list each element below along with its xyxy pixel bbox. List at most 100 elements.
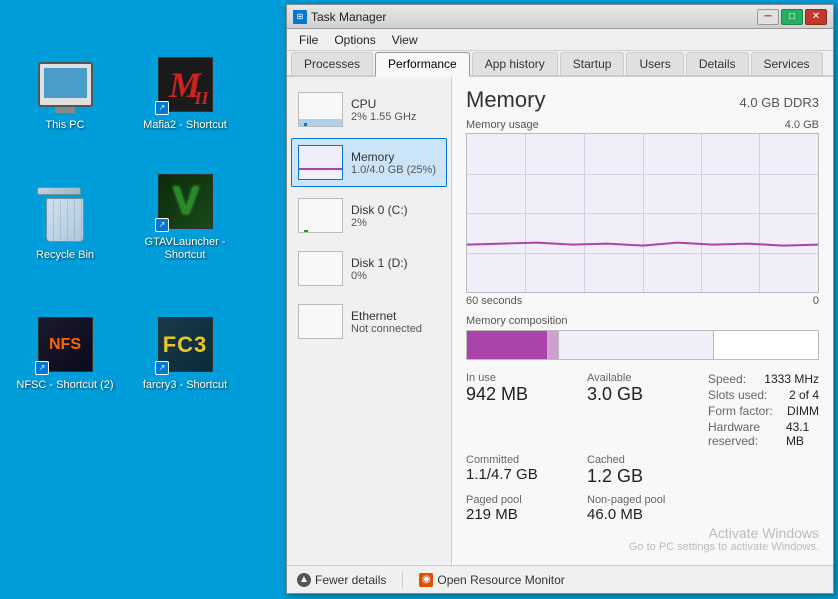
- shortcut-arrow-gtav: ↗: [155, 218, 169, 232]
- sidebar-item-cpu[interactable]: CPU 2% 1.55 GHz: [291, 85, 447, 134]
- gtav-label: GTAVLauncher - Shortcut: [130, 236, 240, 262]
- comp-standby: [559, 331, 712, 359]
- tab-processes[interactable]: Processes: [291, 52, 373, 75]
- separator: [402, 572, 403, 588]
- chart-top-label: Memory usage: [466, 119, 539, 131]
- chart-top-value: 4.0 GB: [785, 119, 819, 131]
- menu-file[interactable]: File: [291, 31, 326, 49]
- resource-monitor-icon: ◉: [419, 573, 433, 587]
- stat-non-paged: Non-paged pool 46.0 MB: [587, 494, 698, 524]
- desktop: This PC M II ↗ Mafia2 - Shortcut: [0, 0, 838, 599]
- available-label: Available: [587, 372, 698, 384]
- right-panel: Memory 4.0 GB DDR3 Memory usage 4.0 GB: [452, 77, 833, 565]
- maximize-button[interactable]: □: [781, 9, 803, 25]
- chart-time-right: 0: [813, 295, 819, 307]
- desktop-icon-gtav[interactable]: V ↗ GTAVLauncher - Shortcut: [130, 140, 240, 270]
- window-titlebar: ⊞ Task Manager ─ □ ✕: [287, 5, 833, 29]
- shortcut-arrow-fc3: ↗: [155, 361, 169, 375]
- cached-label: Cached: [587, 454, 698, 466]
- desktop-icon-fc3[interactable]: FC3 ↗ farcry3 - Shortcut: [130, 270, 240, 400]
- fewer-details-label: Fewer details: [315, 573, 386, 587]
- close-button[interactable]: ✕: [805, 9, 827, 25]
- tab-users[interactable]: Users: [626, 52, 683, 75]
- speed-value: 1333 MHz: [764, 372, 819, 386]
- open-resource-monitor-label: Open Resource Monitor: [437, 573, 564, 587]
- desktop-icon-nfs[interactable]: NFS ↗ NFSC - Shortcut (2): [10, 270, 120, 400]
- shortcut-arrow-nfs: ↗: [35, 361, 49, 375]
- disk1-thumbnail: [298, 251, 343, 286]
- bottom-bar: ▲ Fewer details ◉ Open Resource Monitor: [287, 565, 833, 593]
- tab-details[interactable]: Details: [686, 52, 749, 75]
- disk0-label: Disk 0 (C:): [351, 203, 440, 217]
- hw-reserved-value: 43.1 MB: [786, 420, 819, 448]
- composition-bar: [466, 330, 819, 360]
- memory-header: Memory 4.0 GB DDR3: [466, 87, 819, 113]
- stat-paged-pool: Paged pool 219 MB: [466, 494, 577, 524]
- memory-chart: [466, 133, 819, 293]
- disk1-value: 0%: [351, 270, 440, 282]
- sidebar: CPU 2% 1.55 GHz Memory 1.0/4.0 GB (25%): [287, 77, 452, 565]
- cpu-label: CPU: [351, 97, 440, 111]
- speed-label: Speed:: [708, 372, 746, 386]
- disk0-thumbnail: [298, 198, 343, 233]
- sidebar-item-disk1[interactable]: Disk 1 (D:) 0%: [291, 244, 447, 293]
- chart-section: Memory usage 4.0 GB: [466, 119, 819, 307]
- slots-value: 2 of 4: [789, 388, 819, 402]
- ethernet-thumbnail: [298, 304, 343, 339]
- tab-app-history[interactable]: App history: [472, 52, 558, 75]
- this-pc-label: This PC: [45, 119, 84, 132]
- in-use-value: 942 MB: [466, 384, 577, 406]
- main-content: CPU 2% 1.55 GHz Memory 1.0/4.0 GB (25%): [287, 77, 833, 565]
- recycle-bin-icon: [40, 187, 90, 242]
- cpu-value: 2% 1.55 GHz: [351, 111, 440, 123]
- stat-right-col: Speed: 1333 MHz Slots used: 2 of 4 Form …: [708, 372, 819, 448]
- committed-label: Committed: [466, 454, 577, 466]
- in-use-label: In use: [466, 372, 577, 384]
- fc3-label: farcry3 - Shortcut: [143, 379, 227, 392]
- disk1-label: Disk 1 (D:): [351, 256, 440, 270]
- desktop-icon-recycle-bin[interactable]: Recycle Bin: [10, 140, 120, 270]
- fewer-details-icon: ▲: [297, 573, 311, 587]
- slots-label: Slots used:: [708, 388, 767, 402]
- form-value: DIMM: [787, 404, 819, 418]
- desktop-icon-this-pc[interactable]: This PC: [10, 10, 120, 140]
- memory-label: Memory: [351, 150, 440, 164]
- comp-free: [714, 331, 818, 359]
- menu-bar: File Options View: [287, 29, 833, 51]
- disk0-value: 2%: [351, 217, 440, 229]
- comp-modified: [548, 331, 558, 359]
- activate-watermark: Activate Windows Go to PC settings to ac…: [629, 525, 819, 553]
- sidebar-item-memory[interactable]: Memory 1.0/4.0 GB (25%): [291, 138, 447, 187]
- desktop-icon-mafia2[interactable]: M II ↗ Mafia2 - Shortcut: [130, 10, 240, 140]
- sidebar-item-disk0[interactable]: Disk 0 (C:) 2%: [291, 191, 447, 240]
- taskmanager-app-icon: ⊞: [293, 10, 307, 24]
- committed-value: 1.1/4.7 GB: [466, 466, 577, 484]
- tab-services[interactable]: Services: [751, 52, 823, 75]
- shortcut-arrow: ↗: [155, 101, 169, 115]
- form-label: Form factor:: [708, 404, 773, 418]
- menu-options[interactable]: Options: [326, 31, 383, 49]
- stat-cached: Cached 1.2 GB: [587, 454, 698, 488]
- nfs-label: NFSC - Shortcut (2): [16, 379, 113, 392]
- activate-line1: Activate Windows: [629, 525, 819, 541]
- memory-spec: 4.0 GB DDR3: [740, 95, 819, 110]
- taskmanager-window: ⊞ Task Manager ─ □ ✕ File Options View P…: [286, 4, 834, 594]
- monitor-icon: [38, 62, 93, 107]
- tab-performance[interactable]: Performance: [375, 52, 470, 77]
- composition-label: Memory composition: [466, 315, 819, 327]
- fewer-details-button[interactable]: ▲ Fewer details: [297, 573, 386, 587]
- sidebar-item-ethernet[interactable]: Ethernet Not connected: [291, 297, 447, 346]
- activate-line2: Go to PC settings to activate Windows.: [629, 541, 819, 553]
- non-paged-label: Non-paged pool: [587, 494, 698, 506]
- tab-startup[interactable]: Startup: [560, 52, 625, 75]
- minimize-button[interactable]: ─: [757, 9, 779, 25]
- available-value: 3.0 GB: [587, 384, 698, 406]
- open-resource-monitor-button[interactable]: ◉ Open Resource Monitor: [419, 573, 564, 587]
- desktop-icons: This PC M II ↗ Mafia2 - Shortcut: [0, 0, 260, 540]
- memory-title: Memory: [466, 87, 545, 113]
- ethernet-label: Ethernet: [351, 309, 440, 323]
- paged-pool-label: Paged pool: [466, 494, 577, 506]
- stat-in-use: In use 942 MB: [466, 372, 577, 448]
- menu-view[interactable]: View: [384, 31, 426, 49]
- recycle-bin-label: Recycle Bin: [36, 249, 94, 262]
